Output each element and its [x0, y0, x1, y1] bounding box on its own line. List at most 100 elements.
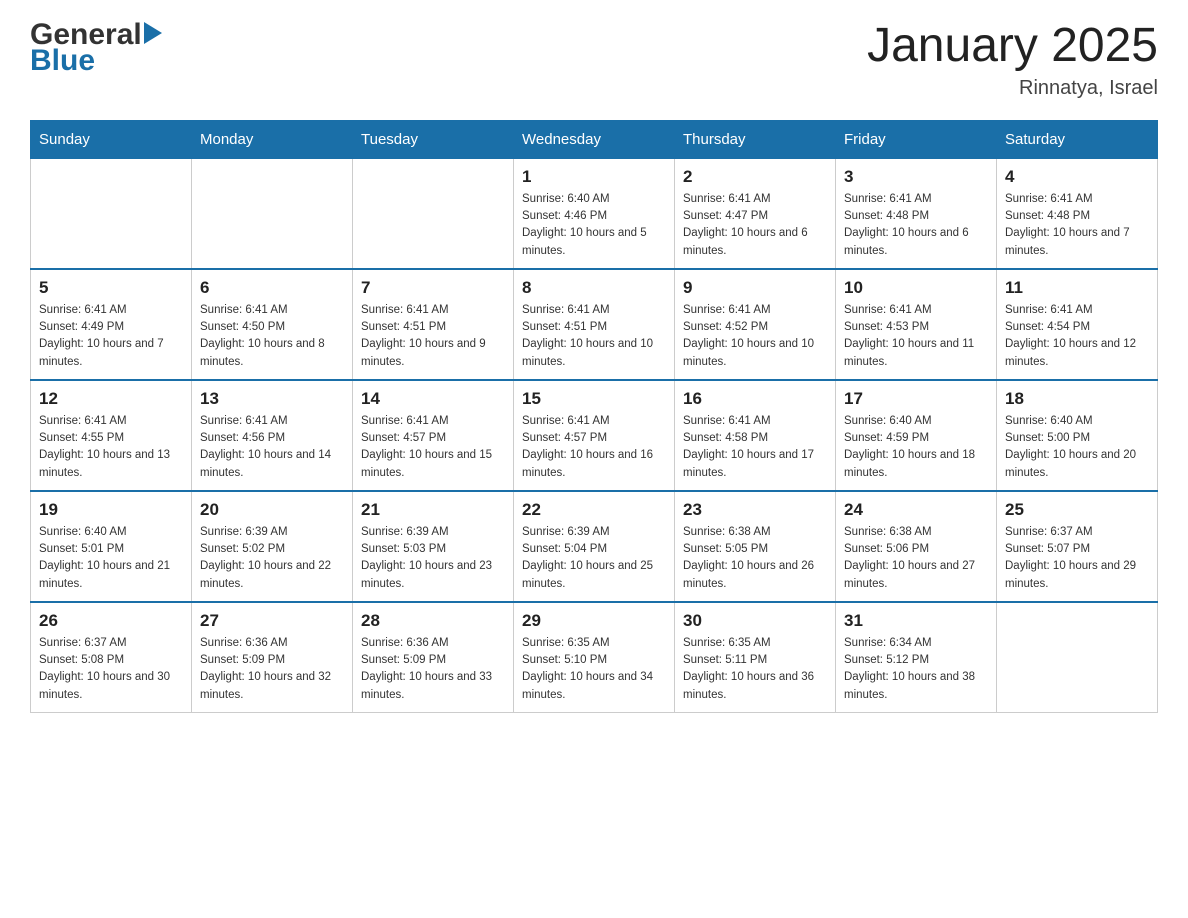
day-info: Sunrise: 6:40 AM Sunset: 5:00 PM Dayligh…	[1005, 413, 1149, 482]
day-info: Sunrise: 6:41 AM Sunset: 4:54 PM Dayligh…	[1005, 302, 1149, 371]
calendar-cell: 25 Sunrise: 6:37 AM Sunset: 5:07 PM Dayli…	[997, 491, 1158, 602]
day-info: Sunrise: 6:38 AM Sunset: 5:06 PM Dayligh…	[844, 524, 988, 593]
calendar-weekday-tuesday: Tuesday	[353, 120, 514, 158]
day-info: Sunrise: 6:40 AM Sunset: 4:46 PM Dayligh…	[522, 191, 666, 260]
day-info: Sunrise: 6:41 AM Sunset: 4:57 PM Dayligh…	[522, 413, 666, 482]
logo-blue-text: Blue	[30, 46, 162, 76]
day-number: 10	[844, 278, 988, 298]
day-info: Sunrise: 6:41 AM Sunset: 4:58 PM Dayligh…	[683, 413, 827, 482]
day-number: 29	[522, 611, 666, 631]
calendar-weekday-wednesday: Wednesday	[514, 120, 675, 158]
day-number: 4	[1005, 167, 1149, 187]
calendar-week-row: 12Sunrise: 6:41 AM Sunset: 4:55 PM Dayli…	[31, 380, 1158, 491]
calendar-table: SundayMondayTuesdayWednesdayThursdayFrid…	[30, 120, 1158, 713]
calendar-week-row: 1 Sunrise: 6:40 AM Sunset: 4:46 PM Daylig…	[31, 158, 1158, 269]
day-info: Sunrise: 6:35 AM Sunset: 5:11 PM Dayligh…	[683, 635, 827, 704]
day-number: 21	[361, 500, 505, 520]
logo: General Blue	[30, 20, 162, 76]
calendar-cell: 23Sunrise: 6:38 AM Sunset: 5:05 PM Dayli…	[675, 491, 836, 602]
day-info: Sunrise: 6:41 AM Sunset: 4:55 PM Dayligh…	[39, 413, 183, 482]
calendar-cell	[997, 602, 1158, 713]
day-info: Sunrise: 6:39 AM Sunset: 5:02 PM Dayligh…	[200, 524, 344, 593]
day-number: 11	[1005, 278, 1149, 298]
day-number: 18	[1005, 389, 1149, 409]
day-number: 6	[200, 278, 344, 298]
calendar-cell: 18 Sunrise: 6:40 AM Sunset: 5:00 PM Dayli…	[997, 380, 1158, 491]
day-info: Sunrise: 6:36 AM Sunset: 5:09 PM Dayligh…	[361, 635, 505, 704]
day-number: 2	[683, 167, 827, 187]
calendar-cell: 8 Sunrise: 6:41 AM Sunset: 4:51 PM Daylig…	[514, 269, 675, 380]
calendar-cell: 16 Sunrise: 6:41 AM Sunset: 4:58 PM Dayli…	[675, 380, 836, 491]
day-number: 7	[361, 278, 505, 298]
main-title: January 2025	[867, 20, 1158, 73]
calendar-cell	[31, 158, 192, 269]
day-number: 5	[39, 278, 183, 298]
day-number: 24	[844, 500, 988, 520]
calendar-cell: 22 Sunrise: 6:39 AM Sunset: 5:04 PM Dayli…	[514, 491, 675, 602]
calendar-cell: 29 Sunrise: 6:35 AM Sunset: 5:10 PM Dayli…	[514, 602, 675, 713]
day-info: Sunrise: 6:41 AM Sunset: 4:52 PM Dayligh…	[683, 302, 827, 371]
day-info: Sunrise: 6:37 AM Sunset: 5:07 PM Dayligh…	[1005, 524, 1149, 593]
calendar-weekday-monday: Monday	[192, 120, 353, 158]
day-number: 27	[200, 611, 344, 631]
calendar-cell: 12Sunrise: 6:41 AM Sunset: 4:55 PM Dayli…	[31, 380, 192, 491]
day-number: 9	[683, 278, 827, 298]
calendar-cell	[192, 158, 353, 269]
calendar-weekday-saturday: Saturday	[997, 120, 1158, 158]
day-number: 30	[683, 611, 827, 631]
day-number: 14	[361, 389, 505, 409]
calendar-cell: 5 Sunrise: 6:41 AM Sunset: 4:49 PM Daylig…	[31, 269, 192, 380]
day-info: Sunrise: 6:41 AM Sunset: 4:56 PM Dayligh…	[200, 413, 344, 482]
day-number: 17	[844, 389, 988, 409]
calendar-cell: 21Sunrise: 6:39 AM Sunset: 5:03 PM Dayli…	[353, 491, 514, 602]
calendar-cell: 9 Sunrise: 6:41 AM Sunset: 4:52 PM Daylig…	[675, 269, 836, 380]
day-number: 22	[522, 500, 666, 520]
calendar-cell: 30 Sunrise: 6:35 AM Sunset: 5:11 PM Dayli…	[675, 602, 836, 713]
calendar-cell: 31Sunrise: 6:34 AM Sunset: 5:12 PM Dayli…	[836, 602, 997, 713]
calendar-weekday-friday: Friday	[836, 120, 997, 158]
calendar-cell: 13 Sunrise: 6:41 AM Sunset: 4:56 PM Dayli…	[192, 380, 353, 491]
page-header: General Blue January 2025 Rinnatya, Isra…	[30, 20, 1158, 100]
day-info: Sunrise: 6:41 AM Sunset: 4:50 PM Dayligh…	[200, 302, 344, 371]
calendar-cell: 24 Sunrise: 6:38 AM Sunset: 5:06 PM Dayli…	[836, 491, 997, 602]
day-number: 1	[522, 167, 666, 187]
day-number: 8	[522, 278, 666, 298]
day-number: 13	[200, 389, 344, 409]
day-info: Sunrise: 6:35 AM Sunset: 5:10 PM Dayligh…	[522, 635, 666, 704]
day-number: 19	[39, 500, 183, 520]
day-info: Sunrise: 6:36 AM Sunset: 5:09 PM Dayligh…	[200, 635, 344, 704]
title-section: January 2025 Rinnatya, Israel	[867, 20, 1158, 100]
subtitle: Rinnatya, Israel	[867, 77, 1158, 100]
calendar-cell: 1 Sunrise: 6:40 AM Sunset: 4:46 PM Daylig…	[514, 158, 675, 269]
calendar-weekday-sunday: Sunday	[31, 120, 192, 158]
calendar-cell: 27 Sunrise: 6:36 AM Sunset: 5:09 PM Dayli…	[192, 602, 353, 713]
day-number: 16	[683, 389, 827, 409]
calendar-cell: 17 Sunrise: 6:40 AM Sunset: 4:59 PM Dayli…	[836, 380, 997, 491]
calendar-cell: 7Sunrise: 6:41 AM Sunset: 4:51 PM Daylig…	[353, 269, 514, 380]
day-number: 25	[1005, 500, 1149, 520]
day-number: 15	[522, 389, 666, 409]
calendar-cell: 19 Sunrise: 6:40 AM Sunset: 5:01 PM Dayli…	[31, 491, 192, 602]
calendar-week-row: 19 Sunrise: 6:40 AM Sunset: 5:01 PM Dayli…	[31, 491, 1158, 602]
day-info: Sunrise: 6:37 AM Sunset: 5:08 PM Dayligh…	[39, 635, 183, 704]
day-number: 23	[683, 500, 827, 520]
day-info: Sunrise: 6:41 AM Sunset: 4:49 PM Dayligh…	[39, 302, 183, 371]
day-number: 28	[361, 611, 505, 631]
day-info: Sunrise: 6:41 AM Sunset: 4:53 PM Dayligh…	[844, 302, 988, 371]
calendar-cell: 2Sunrise: 6:41 AM Sunset: 4:47 PM Daylig…	[675, 158, 836, 269]
day-info: Sunrise: 6:40 AM Sunset: 4:59 PM Dayligh…	[844, 413, 988, 482]
calendar-cell: 4 Sunrise: 6:41 AM Sunset: 4:48 PM Daylig…	[997, 158, 1158, 269]
calendar-cell: 6 Sunrise: 6:41 AM Sunset: 4:50 PM Daylig…	[192, 269, 353, 380]
day-info: Sunrise: 6:41 AM Sunset: 4:48 PM Dayligh…	[1005, 191, 1149, 260]
logo-arrow-icon	[144, 22, 162, 44]
calendar-week-row: 5 Sunrise: 6:41 AM Sunset: 4:49 PM Daylig…	[31, 269, 1158, 380]
day-info: Sunrise: 6:41 AM Sunset: 4:51 PM Dayligh…	[522, 302, 666, 371]
calendar-cell: 10 Sunrise: 6:41 AM Sunset: 4:53 PM Dayli…	[836, 269, 997, 380]
calendar-cell: 11 Sunrise: 6:41 AM Sunset: 4:54 PM Dayli…	[997, 269, 1158, 380]
calendar-week-row: 26Sunrise: 6:37 AM Sunset: 5:08 PM Dayli…	[31, 602, 1158, 713]
day-info: Sunrise: 6:39 AM Sunset: 5:04 PM Dayligh…	[522, 524, 666, 593]
calendar-weekday-thursday: Thursday	[675, 120, 836, 158]
day-info: Sunrise: 6:40 AM Sunset: 5:01 PM Dayligh…	[39, 524, 183, 593]
day-info: Sunrise: 6:41 AM Sunset: 4:57 PM Dayligh…	[361, 413, 505, 482]
calendar-cell	[353, 158, 514, 269]
